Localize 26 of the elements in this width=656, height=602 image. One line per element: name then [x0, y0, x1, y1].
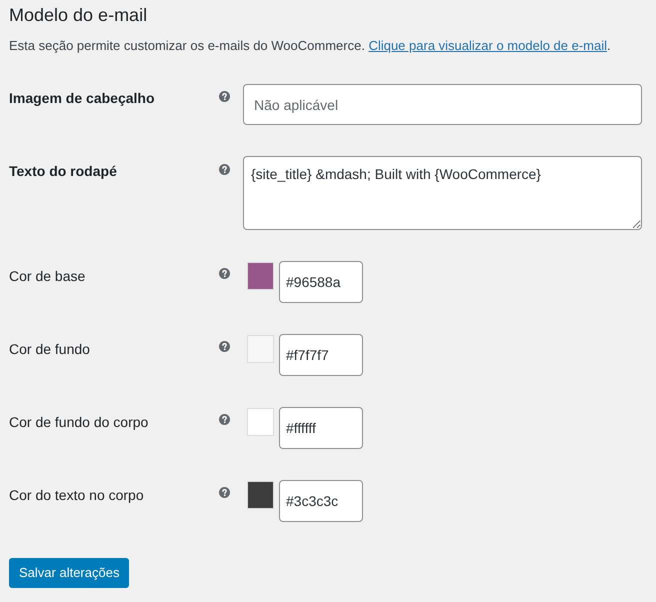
help-icon[interactable] — [219, 91, 230, 102]
help-icon[interactable] — [219, 414, 230, 425]
field-label: Imagem de cabeçalho — [9, 90, 155, 106]
field-label: Cor do texto no corpo — [9, 487, 144, 503]
field-label: Cor de fundo do corpo — [9, 414, 148, 430]
color-input[interactable]: #3c3c3c — [279, 480, 363, 522]
textarea-field[interactable]: {site_title} &mdash; Built with {WooCommerce} — [243, 156, 642, 230]
help-icon[interactable] — [219, 487, 230, 498]
field-label: Texto do rodapé — [9, 163, 117, 179]
section-title: Modelo do e-mail — [9, 4, 148, 27]
help-icon[interactable] — [219, 341, 230, 352]
color-swatch-icon[interactable] — [247, 262, 274, 290]
section-description: Esta seção permite customizar os e-mails do WooCommerce. Clique para visualizar o modelo de e-mail. — [9, 37, 611, 55]
field-label: Cor de base — [9, 268, 86, 284]
color-input[interactable]: #96588a — [279, 261, 363, 303]
color-swatch-icon[interactable] — [247, 408, 274, 436]
color-swatch-icon[interactable] — [247, 481, 274, 509]
color-swatch-icon[interactable] — [247, 335, 274, 363]
color-input[interactable]: #ffffff — [279, 407, 363, 449]
help-icon[interactable] — [219, 164, 230, 175]
help-icon[interactable] — [219, 268, 230, 279]
field-label: Cor de fundo — [9, 341, 90, 357]
save-button[interactable]: Salvar alterações — [9, 558, 130, 588]
color-input[interactable]: #f7f7f7 — [279, 334, 363, 376]
text-input[interactable]: Não aplicável — [243, 84, 642, 125]
preview-link[interactable]: Clique para visualizar o modelo de e-mail — [368, 38, 608, 53]
